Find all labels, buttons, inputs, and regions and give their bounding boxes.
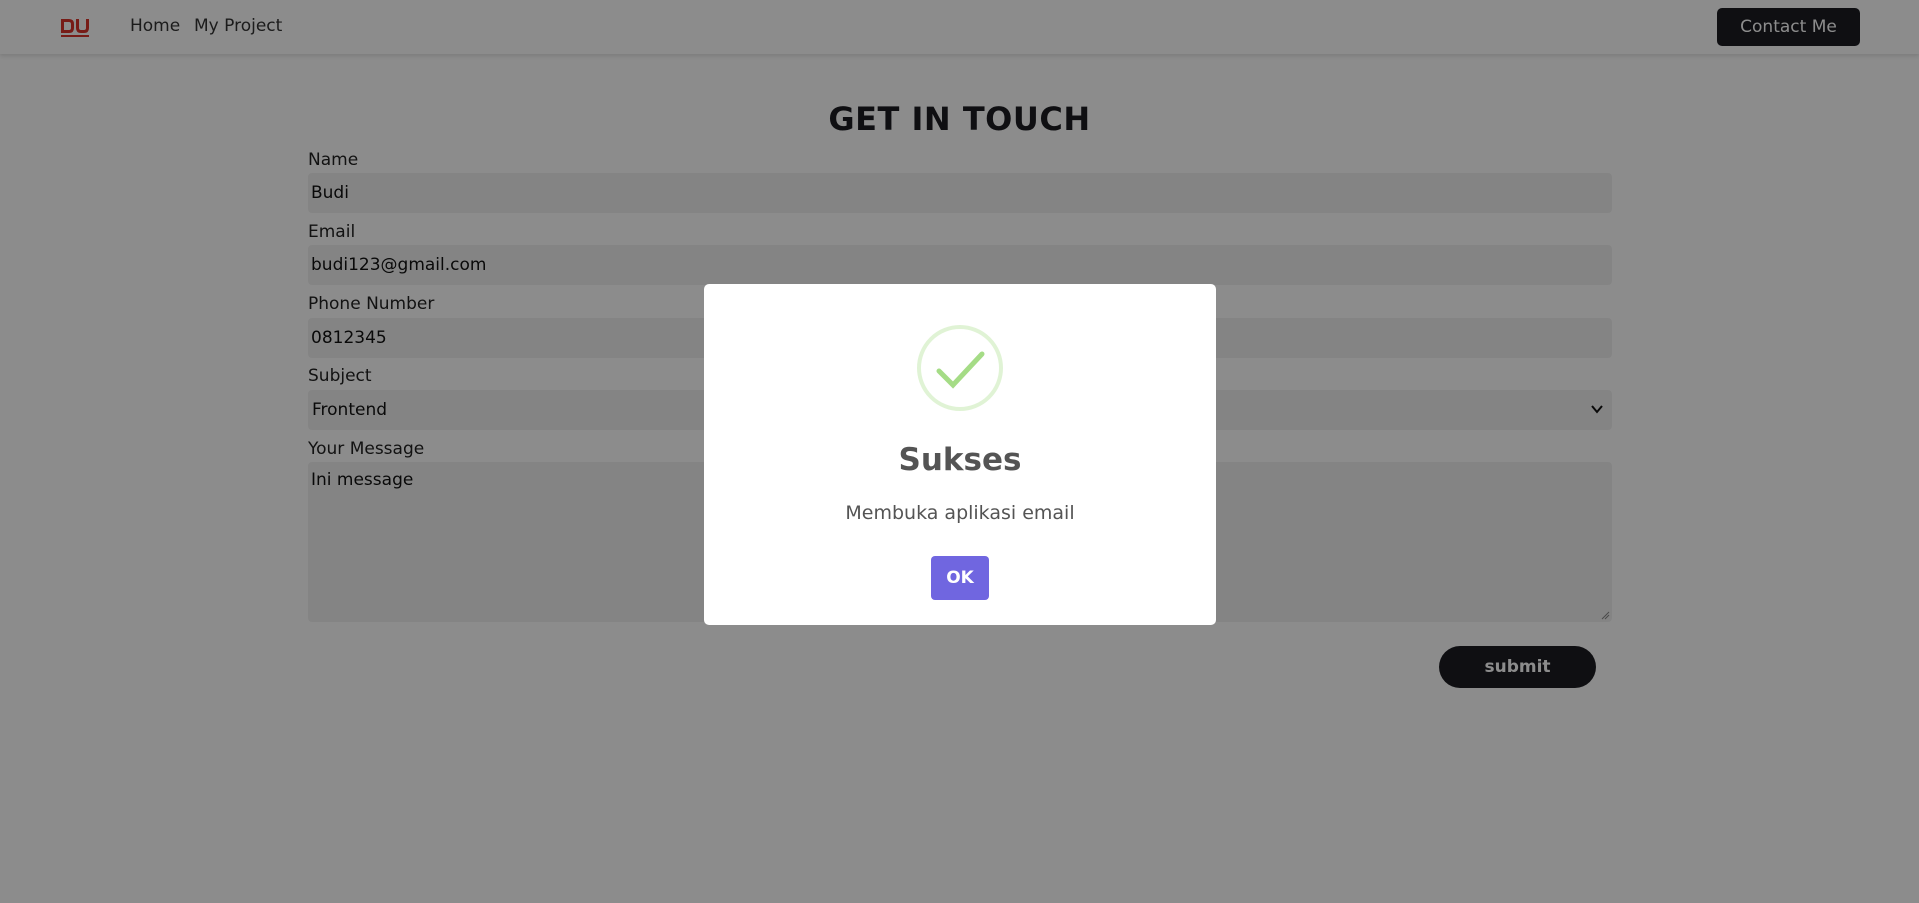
ok-button[interactable]: OK: [931, 556, 989, 600]
dialog-title: Sukses: [898, 442, 1022, 478]
success-dialog: Sukses Membuka aplikasi email OK: [704, 284, 1216, 625]
dialog-message: Membuka aplikasi email: [845, 502, 1075, 524]
success-check-icon: [917, 325, 1003, 411]
